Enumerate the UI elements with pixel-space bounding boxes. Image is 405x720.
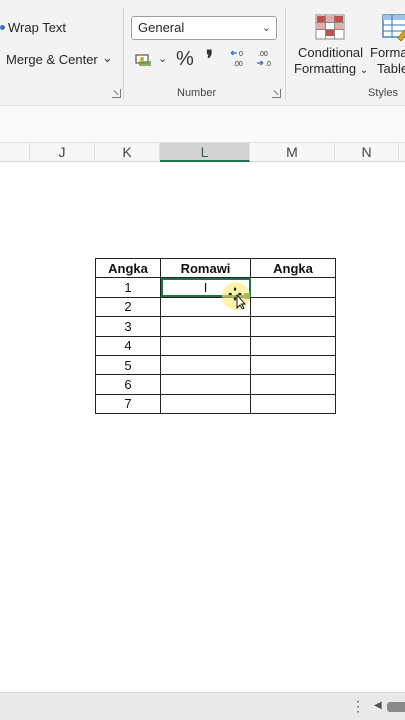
decrease-decimal-button[interactable]: .00 .0 <box>254 48 276 73</box>
format-as-table-label-2: Table <box>377 61 405 76</box>
column-header-m[interactable]: M <box>250 143 335 162</box>
table-cell[interactable]: 2 <box>95 296 161 318</box>
column-header-n[interactable]: N <box>335 143 399 162</box>
svg-text:.00: .00 <box>258 51 268 58</box>
svg-text:.00: .00 <box>233 61 243 68</box>
conditional-formatting-label-2: Formatting <box>294 61 357 76</box>
column-header-row: J K L M N <box>0 142 405 162</box>
increase-decimal-icon: 0 .00 <box>230 50 243 68</box>
column-header-partial[interactable] <box>0 143 30 162</box>
percent-style-button[interactable]: % <box>176 48 194 71</box>
column-header-l[interactable]: L <box>160 143 250 162</box>
table-row: 4 <box>95 335 336 356</box>
chevron-down-icon: ⌄ <box>261 22 271 34</box>
number-group-label: Number <box>177 87 217 99</box>
merge-center-button[interactable]: Merge & Center <box>6 52 98 67</box>
wrap-text-icon <box>0 25 5 30</box>
table-row: 6 <box>95 374 336 395</box>
table-cell[interactable] <box>160 393 251 415</box>
table-row: 5 <box>95 354 336 376</box>
table-cell[interactable]: 7 <box>95 393 161 415</box>
table-cell[interactable] <box>250 354 336 376</box>
merge-chevron-down-icon[interactable]: ⌄ <box>102 50 113 66</box>
svg-text:0: 0 <box>239 51 243 58</box>
table-cell[interactable]: 5 <box>95 354 161 376</box>
table-cell[interactable] <box>160 354 251 376</box>
number-format-dropdown[interactable]: General ⌄ <box>131 16 277 40</box>
decrease-decimal-icon: .00 .0 <box>257 51 271 68</box>
chevron-down-icon: ⌄ <box>359 65 369 76</box>
format-as-table-button[interactable]: Format Table <box>370 12 405 80</box>
table-cell[interactable] <box>250 335 336 356</box>
column-header-k[interactable]: K <box>95 143 160 162</box>
format-as-table-icon <box>382 14 405 42</box>
formula-bar-area <box>0 106 405 142</box>
table-cell[interactable] <box>160 335 251 356</box>
merge-center-label: Merge & Center <box>6 52 98 67</box>
accounting-format-button[interactable] <box>135 52 153 71</box>
ribbon: Wrap Text Merge & Center ⌄ General ⌄ ⌄ %… <box>0 0 405 106</box>
accounting-chevron-down-icon[interactable]: ⌄ <box>158 52 167 65</box>
table-cell[interactable] <box>250 393 336 415</box>
table-cell[interactable] <box>250 374 336 395</box>
status-bar: ⋮ ◀ <box>0 692 405 720</box>
table-cell[interactable] <box>160 374 251 395</box>
more-options-icon[interactable]: ⋮ <box>351 698 365 715</box>
increase-decimal-button[interactable]: 0 .00 <box>228 48 250 73</box>
header-cell-romawi[interactable]: Romawi <box>160 257 251 279</box>
table-cell[interactable]: 6 <box>95 374 161 395</box>
table-cell[interactable] <box>250 316 336 337</box>
table-cell[interactable] <box>160 316 251 337</box>
table-cell[interactable] <box>250 296 336 318</box>
move-cursor-icon <box>228 287 246 309</box>
conditional-formatting-button[interactable]: Conditional Formatting ⌄ <box>293 12 369 80</box>
format-as-table-label-1: Format <box>370 45 405 60</box>
accounting-icon <box>135 54 151 66</box>
conditional-formatting-icon <box>315 14 345 40</box>
table-row: 2 <box>95 296 336 318</box>
data-table: Angka Romawi Angka 1 I 2 3 4 5 6 7 <box>95 257 336 415</box>
conditional-formatting-label-1: Conditional <box>298 45 364 60</box>
table-row: 7 <box>95 393 336 415</box>
table-row: 3 <box>95 316 336 337</box>
table-cell[interactable]: 3 <box>95 316 161 337</box>
header-cell-angka-2[interactable]: Angka <box>250 257 336 279</box>
number-format-value: General <box>138 20 185 35</box>
table-row: 1 I <box>95 277 336 298</box>
svg-text:.0: .0 <box>265 61 271 68</box>
group-separator <box>123 8 124 100</box>
excel-window: Wrap Text Merge & Center ⌄ General ⌄ ⌄ %… <box>0 0 405 720</box>
group-separator <box>285 8 286 100</box>
table-cell[interactable] <box>250 277 336 298</box>
styles-group-label: Styles <box>368 87 398 99</box>
table-cell[interactable]: 1 <box>95 277 161 298</box>
number-dialog-launcher-icon[interactable] <box>272 89 281 98</box>
table-cell[interactable]: 4 <box>95 335 161 356</box>
horizontal-scrollbar-thumb[interactable] <box>387 702 405 712</box>
alignment-dialog-launcher-icon[interactable] <box>112 89 121 98</box>
wrap-text-label: Wrap Text <box>8 20 67 35</box>
scroll-left-icon[interactable]: ◀ <box>374 700 382 711</box>
table-header-row: Angka Romawi Angka <box>95 257 336 279</box>
header-cell-angka[interactable]: Angka <box>95 257 161 279</box>
comma-style-button[interactable]: ❜ <box>206 46 213 72</box>
column-header-j[interactable]: J <box>30 143 95 162</box>
wrap-text-button[interactable]: Wrap Text <box>0 20 66 35</box>
